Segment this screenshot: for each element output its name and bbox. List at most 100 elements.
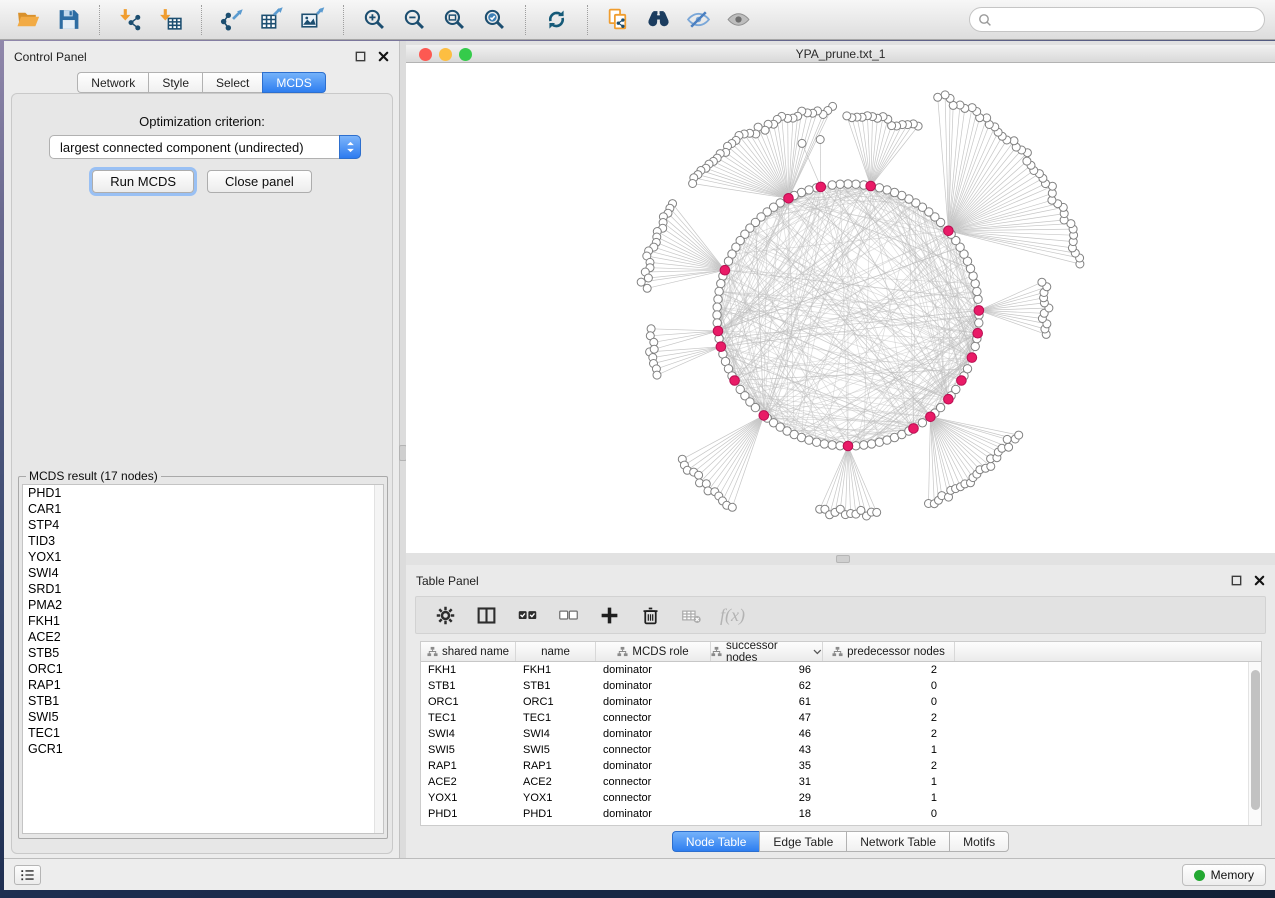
network-dominator-node[interactable] (843, 441, 853, 451)
network-node[interactable] (963, 365, 971, 373)
delete-column-icon[interactable] (638, 603, 662, 627)
export-image-icon[interactable] (294, 4, 331, 36)
mcds-result-item[interactable]: ACE2 (23, 629, 383, 645)
network-dominator-node[interactable] (866, 181, 876, 191)
tab-style[interactable]: Style (148, 72, 202, 93)
network-node[interactable] (987, 462, 995, 470)
search-input[interactable] (969, 7, 1265, 32)
network-node[interactable] (973, 287, 981, 295)
network-dominator-node[interactable] (973, 328, 983, 338)
export-table-icon[interactable] (254, 4, 291, 36)
mcds-result-item[interactable]: TID3 (23, 533, 383, 549)
network-node[interactable] (1038, 278, 1046, 286)
zoom-selected-icon[interactable] (476, 4, 513, 36)
mcds-result-item[interactable]: SWI4 (23, 565, 383, 581)
refresh-icon[interactable] (538, 4, 575, 36)
network-node[interactable] (974, 295, 982, 303)
network-canvas[interactable] (406, 63, 1275, 552)
log-console-button[interactable] (14, 865, 41, 885)
network-dominator-node[interactable] (974, 306, 984, 316)
mcds-result-item[interactable]: STB1 (23, 693, 383, 709)
network-node[interactable] (820, 440, 828, 448)
network-node[interactable] (650, 345, 658, 353)
horizontal-splitter[interactable] (406, 553, 1275, 565)
table-row[interactable]: PHD1PHD1dominator180 (421, 806, 1261, 822)
run-mcds-button[interactable]: Run MCDS (92, 170, 194, 193)
network-node[interactable] (971, 279, 979, 287)
table-row[interactable]: RAP1RAP1dominator352 (421, 758, 1261, 774)
hide-selected-icon[interactable] (680, 4, 717, 36)
network-node[interactable] (798, 139, 806, 147)
tab-edge-table[interactable]: Edge Table (759, 831, 846, 852)
find-binoculars-icon[interactable] (640, 4, 677, 36)
mcds-result-list[interactable]: PHD1CAR1STP4TID3YOX1SWI4SRD1PMA2FKH1ACE2… (22, 484, 384, 834)
network-node[interactable] (875, 438, 883, 446)
add-column-icon[interactable] (597, 603, 621, 627)
tab-select[interactable]: Select (202, 72, 262, 93)
export-network-icon[interactable] (214, 4, 251, 36)
table-scrollbar-thumb[interactable] (1251, 670, 1260, 810)
mcds-result-item[interactable]: STP4 (23, 517, 383, 533)
table-row[interactable]: TEC1TEC1connector472 (421, 710, 1261, 726)
network-node[interactable] (836, 180, 844, 188)
column-header-predecessor-nodes[interactable]: predecessor nodes (823, 642, 955, 661)
network-node[interactable] (644, 274, 652, 282)
network-node[interactable] (1005, 443, 1013, 451)
network-dominator-node[interactable] (944, 394, 954, 404)
memory-button[interactable]: Memory (1182, 864, 1266, 886)
minimize-window-button[interactable] (439, 48, 452, 61)
network-node[interactable] (873, 508, 881, 516)
deselect-all-icon[interactable] (556, 603, 580, 627)
table-row[interactable]: SWI4SWI4dominator462 (421, 726, 1261, 742)
mcds-result-item[interactable]: SWI5 (23, 709, 383, 725)
network-node[interactable] (717, 279, 725, 287)
import-table-icon[interactable] (152, 4, 189, 36)
network-node[interactable] (934, 93, 942, 101)
mcds-result-item[interactable]: GCR1 (23, 741, 383, 757)
network-node[interactable] (713, 311, 721, 319)
column-header-MCDS-role[interactable]: MCDS role (596, 642, 711, 661)
network-node[interactable] (844, 180, 852, 188)
network-node[interactable] (816, 136, 824, 144)
network-node[interactable] (843, 112, 851, 120)
table-row[interactable]: FKH1FKH1dominator962 (421, 662, 1261, 678)
float-panel-icon[interactable] (353, 49, 367, 63)
network-node[interactable] (714, 295, 722, 303)
column-header-successor-nodes[interactable]: successor nodes (711, 642, 823, 661)
horizontal-splitter-handle[interactable] (836, 555, 850, 563)
network-node[interactable] (852, 180, 860, 188)
network-dominator-node[interactable] (909, 424, 919, 434)
network-node[interactable] (1015, 431, 1023, 439)
mcds-result-item[interactable]: TEC1 (23, 725, 383, 741)
settings-icon[interactable] (433, 603, 457, 627)
close-window-button[interactable] (419, 48, 432, 61)
network-node[interactable] (941, 91, 949, 99)
network-node[interactable] (713, 303, 721, 311)
save-icon[interactable] (50, 4, 87, 36)
network-node[interactable] (1023, 157, 1031, 165)
table-row[interactable]: YOX1YOX1connector291 (421, 790, 1261, 806)
network-node[interactable] (918, 419, 926, 427)
mcds-result-item[interactable]: FKH1 (23, 613, 383, 629)
network-dominator-node[interactable] (730, 376, 740, 386)
network-node[interactable] (715, 287, 723, 295)
zoom-in-icon[interactable] (356, 4, 393, 36)
tab-node-table[interactable]: Node Table (672, 831, 760, 852)
column-header-shared-name[interactable]: shared name (421, 642, 516, 661)
mcds-result-item[interactable]: PMA2 (23, 597, 383, 613)
network-node[interactable] (875, 184, 883, 192)
network-node[interactable] (812, 438, 820, 446)
table-row[interactable]: ORC1ORC1dominator610 (421, 694, 1261, 710)
network-node[interactable] (643, 284, 651, 292)
network-node[interactable] (724, 257, 732, 265)
network-node[interactable] (695, 471, 703, 479)
network-node[interactable] (653, 371, 661, 379)
show-all-icon[interactable] (720, 4, 757, 36)
mcds-result-item[interactable]: PHD1 (23, 485, 383, 501)
table-row[interactable]: STB1STB1dominator620 (421, 678, 1261, 694)
network-dominator-node[interactable] (816, 182, 826, 192)
network-node[interactable] (975, 319, 983, 327)
table-row[interactable]: ACE2ACE2connector311 (421, 774, 1261, 790)
select-all-icon[interactable] (515, 603, 539, 627)
column-header-name[interactable]: name (516, 642, 596, 661)
